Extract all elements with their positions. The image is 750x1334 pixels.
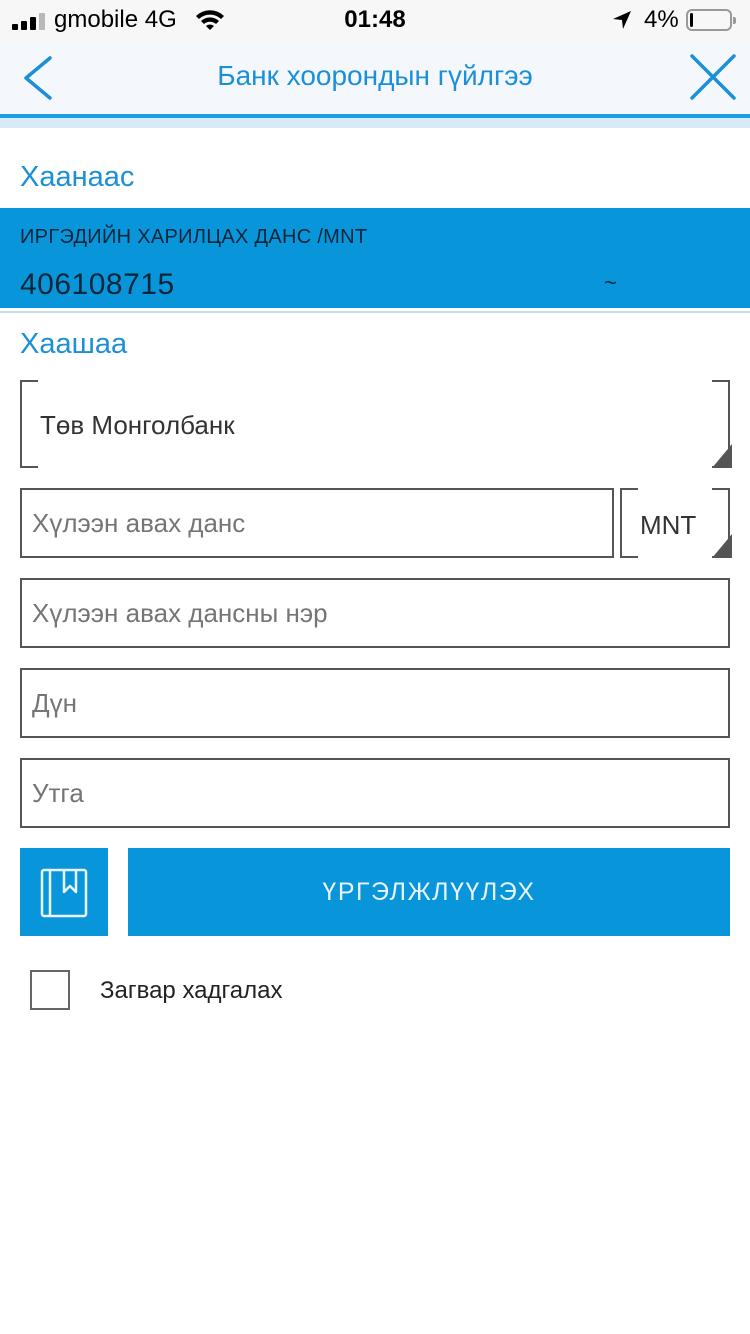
- dropdown-corner-icon: [712, 534, 732, 558]
- templates-button[interactable]: [20, 848, 108, 936]
- recipient-name-input[interactable]: [20, 578, 730, 648]
- page-title: Банк хоорондын гүйлгээ: [217, 60, 533, 91]
- battery-percent: 4%: [644, 6, 679, 33]
- account-number: 406108715: [20, 268, 175, 301]
- divider: [0, 311, 750, 313]
- close-icon: [690, 54, 736, 100]
- battery-icon: [686, 9, 736, 31]
- currency-select[interactable]: MNT: [620, 488, 732, 558]
- save-template-checkbox[interactable]: [30, 970, 70, 1010]
- close-button[interactable]: [686, 52, 740, 104]
- source-account-selector[interactable]: ИРГЭДИЙН ХАРИЛЦАХ ДАНС /MNT 406108715 ~: [0, 208, 750, 308]
- header-shadow-band: [0, 118, 750, 128]
- amount-input[interactable]: [20, 668, 730, 738]
- clock: 01:48: [344, 6, 406, 33]
- bookmark-book-icon: [40, 868, 88, 918]
- location-arrow-icon: [613, 11, 631, 29]
- dropdown-corner-icon: [712, 444, 732, 468]
- account-type: ИРГЭДИЙН ХАРИЛЦАХ ДАНС /MNT: [20, 226, 368, 248]
- save-template-label[interactable]: Загвар хадгалах: [100, 977, 282, 1005]
- continue-button[interactable]: ҮРГЭЛЖЛҮҮЛЭХ: [128, 848, 730, 936]
- recipient-account-input[interactable]: [20, 488, 614, 558]
- from-section-label: Хаанаас: [20, 161, 135, 193]
- dropdown-indicator-icon: ~: [604, 270, 617, 295]
- description-input[interactable]: [20, 758, 730, 828]
- to-section-label: Хаашаа: [20, 328, 128, 360]
- bank-select[interactable]: Төв Монголбанк: [20, 380, 732, 468]
- bank-select-value: Төв Монголбанк: [40, 410, 235, 440]
- currency-select-value: MNT: [640, 510, 697, 540]
